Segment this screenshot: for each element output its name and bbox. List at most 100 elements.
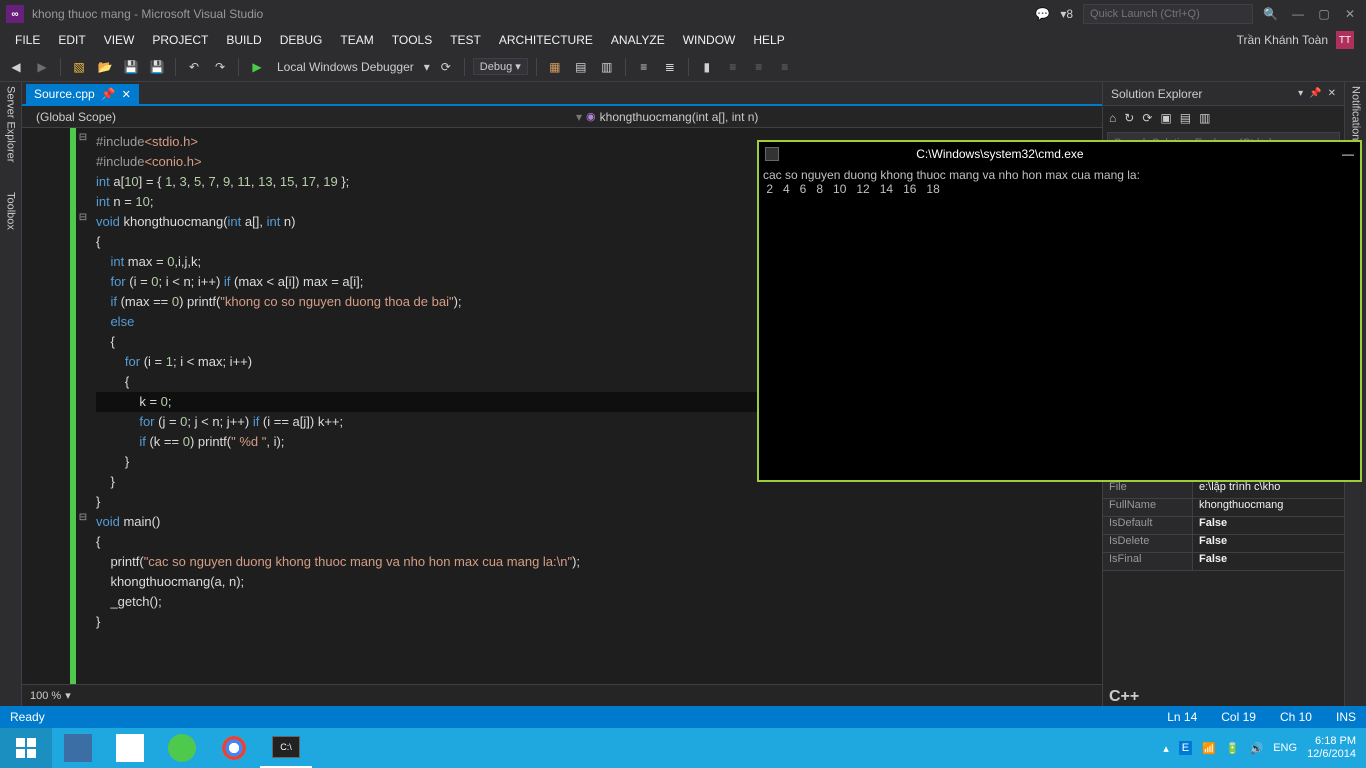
- menu-tools[interactable]: TOOLS: [383, 33, 441, 47]
- menu-test[interactable]: TEST: [441, 33, 490, 47]
- se-back-icon[interactable]: ↻: [1124, 111, 1134, 125]
- menu-architecture[interactable]: ARCHITECTURE: [490, 33, 602, 47]
- toolbar-btn-d[interactable]: ≡: [634, 57, 654, 77]
- toolbar-btn-e[interactable]: ≣: [660, 57, 680, 77]
- properties-grid[interactable]: (Name)khongthuocmang Filee:\lập trình c\…: [1103, 463, 1344, 686]
- task-cmd[interactable]: C:\: [260, 728, 312, 768]
- properties-panel: (Name)khongthuocmang Filee:\lập trình c\…: [1103, 462, 1344, 706]
- toolbar-btn-f[interactable]: ≡: [723, 57, 743, 77]
- prop-category: C++: [1103, 686, 1344, 706]
- se-btn-a[interactable]: ▣: [1160, 111, 1171, 125]
- nav-fwd-button[interactable]: ▶: [32, 57, 52, 77]
- se-btn-b[interactable]: ▤: [1180, 111, 1191, 125]
- debugger-dropdown[interactable]: ▾: [424, 60, 430, 74]
- tray-clock[interactable]: 6:18 PM 12/6/2014: [1307, 735, 1356, 761]
- task-visual-studio[interactable]: [104, 728, 156, 768]
- save-all-button[interactable]: 💾: [147, 57, 167, 77]
- statusbar: Ready Ln 14 Col 19 Ch 10 INS: [0, 706, 1366, 728]
- vs-logo-icon: ∞: [6, 5, 24, 23]
- menu-file[interactable]: FILE: [6, 33, 49, 47]
- left-rail: Server Explorer Toolbox: [0, 82, 22, 706]
- quick-launch-input[interactable]: [1083, 4, 1253, 24]
- refresh-button[interactable]: ⟳: [436, 57, 456, 77]
- status-line: Ln 14: [1167, 710, 1197, 724]
- notification-flag[interactable]: ▾8: [1060, 7, 1073, 21]
- toolbar-btn-h[interactable]: ≡: [775, 57, 795, 77]
- scope-bar: (Global Scope) ▾ ◉ khongthuocmang(int a[…: [22, 106, 1102, 128]
- open-file-button[interactable]: 📂: [95, 57, 115, 77]
- toolbar-btn-b[interactable]: ▤: [571, 57, 591, 77]
- start-debug-button[interactable]: ▶: [247, 57, 267, 77]
- tab-close-icon[interactable]: ✕: [122, 88, 131, 101]
- taskbar: C:\ ▴ E 📶 🔋 🔊 ENG 6:18 PM 12/6/2014: [0, 728, 1366, 768]
- undo-button[interactable]: ↶: [184, 57, 204, 77]
- tray-ie-icon[interactable]: E: [1179, 741, 1192, 755]
- rail-toolbox[interactable]: Toolbox: [5, 192, 17, 230]
- pin-icon[interactable]: 📌: [101, 87, 116, 101]
- task-chrome[interactable]: [208, 728, 260, 768]
- cmd-taskbar-icon: C:\: [272, 736, 300, 758]
- rail-notifications[interactable]: Notifications: [1350, 86, 1362, 146]
- search-icon[interactable]: 🔍: [1263, 7, 1278, 21]
- panel-close-icon[interactable]: ✕: [1328, 88, 1336, 99]
- menu-analyze[interactable]: ANALYZE: [602, 33, 674, 47]
- se-sync-icon[interactable]: ⟳: [1142, 111, 1152, 125]
- zoom-combo[interactable]: 100 %: [30, 690, 61, 702]
- menu-edit[interactable]: EDIT: [49, 33, 94, 47]
- toolbar-btn-c[interactable]: ▥: [597, 57, 617, 77]
- se-btn-c[interactable]: ▥: [1199, 111, 1210, 125]
- status-ch: Ch 10: [1280, 710, 1312, 724]
- cmd-window[interactable]: C:\Windows\system32\cmd.exe — cac so ngu…: [757, 140, 1362, 482]
- task-app-green[interactable]: [156, 728, 208, 768]
- save-button[interactable]: 💾: [121, 57, 141, 77]
- zoom-bar: 100 % ▾: [22, 684, 1102, 706]
- tab-row: Source.cpp 📌 ✕: [22, 82, 1102, 106]
- cmd-icon: [765, 147, 779, 161]
- minimize-button[interactable]: —: [1288, 7, 1308, 21]
- toolbar: ◀ ▶ ▧ 📂 💾 💾 ↶ ↷ ▶ Local Windows Debugger…: [0, 52, 1366, 82]
- tray-network-icon[interactable]: 📶: [1202, 742, 1216, 755]
- menu-help[interactable]: HELP: [744, 33, 793, 47]
- debugger-label[interactable]: Local Windows Debugger: [273, 60, 418, 74]
- feedback-icon[interactable]: 💬: [1035, 7, 1050, 21]
- status-text: Ready: [10, 710, 45, 724]
- bookmark-button[interactable]: ▮: [697, 57, 717, 77]
- tray-battery-icon[interactable]: 🔋: [1226, 742, 1240, 755]
- menu-view[interactable]: VIEW: [95, 33, 144, 47]
- menu-debug[interactable]: DEBUG: [271, 33, 332, 47]
- scope-right-combo[interactable]: ▾ ◉ khongthuocmang(int a[], int n): [566, 110, 1102, 124]
- cmd-titlebar[interactable]: C:\Windows\system32\cmd.exe —: [759, 142, 1360, 166]
- solution-explorer-header: Solution Explorer ▾ 📌 ✕: [1103, 82, 1344, 106]
- menu-team[interactable]: TEAM: [331, 33, 382, 47]
- config-combo[interactable]: Debug ▾: [473, 58, 528, 75]
- user-name[interactable]: Trần Khánh Toàn: [1237, 33, 1328, 47]
- menu-build[interactable]: BUILD: [217, 33, 270, 47]
- user-avatar[interactable]: TT: [1336, 31, 1354, 49]
- scope-left-combo[interactable]: (Global Scope): [22, 110, 566, 124]
- window-title: khong thuoc mang - Microsoft Visual Stud…: [32, 7, 263, 21]
- menu-window[interactable]: WINDOW: [674, 33, 745, 47]
- toolbar-btn-g[interactable]: ≡: [749, 57, 769, 77]
- file-tab-source[interactable]: Source.cpp 📌 ✕: [26, 84, 139, 104]
- close-button[interactable]: ✕: [1340, 7, 1360, 21]
- maximize-button[interactable]: ▢: [1314, 7, 1334, 21]
- toolbar-btn-a[interactable]: ▦: [545, 57, 565, 77]
- tray-lang[interactable]: ENG: [1273, 742, 1297, 754]
- tray-volume-icon[interactable]: 🔊: [1250, 742, 1264, 755]
- task-remote[interactable]: [52, 728, 104, 768]
- status-ins: INS: [1336, 710, 1356, 724]
- panel-pin-icon[interactable]: 📌: [1309, 88, 1321, 99]
- cmd-minimize-button[interactable]: —: [1342, 147, 1354, 161]
- new-project-button[interactable]: ▧: [69, 57, 89, 77]
- rail-server-explorer[interactable]: Server Explorer: [5, 86, 17, 162]
- menu-project[interactable]: PROJECT: [143, 33, 217, 47]
- redo-button[interactable]: ↷: [210, 57, 230, 77]
- tray-up-icon[interactable]: ▴: [1163, 742, 1169, 755]
- panel-dropdown-icon[interactable]: ▾: [1298, 88, 1303, 99]
- status-col: Col 19: [1221, 710, 1256, 724]
- start-button[interactable]: [0, 728, 52, 768]
- solution-explorer-title: Solution Explorer: [1111, 87, 1202, 101]
- se-home-icon[interactable]: ⌂: [1109, 111, 1116, 125]
- zoom-dropdown-icon[interactable]: ▾: [65, 689, 71, 702]
- nav-back-button[interactable]: ◀: [6, 57, 26, 77]
